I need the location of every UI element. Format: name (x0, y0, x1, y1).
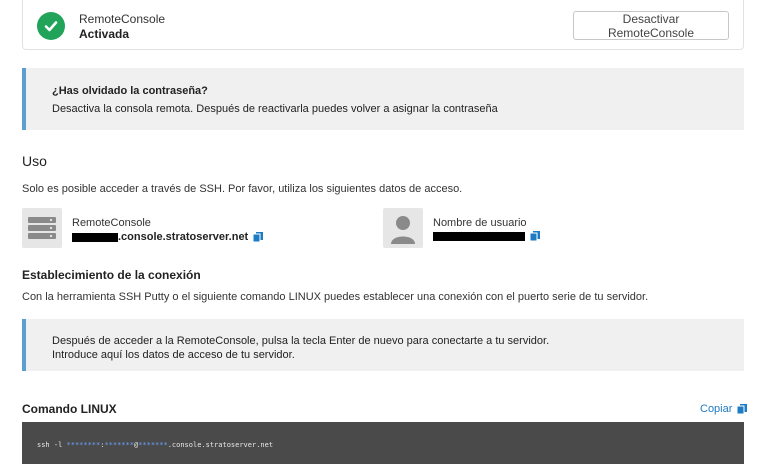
deactivate-button[interactable]: Desactivar RemoteConsole (573, 11, 729, 40)
command-box[interactable]: ssh -l ********:*******@*******.console.… (22, 422, 744, 464)
forgot-password-title: ¿Has olvidado la contraseña? (52, 85, 208, 97)
user-label: Nombre de usuario (433, 217, 527, 229)
host-redaction (72, 232, 118, 242)
usage-intro: Solo es posible acceder a través de SSH.… (22, 183, 463, 195)
host-value: .console.stratoserver.net (72, 231, 264, 243)
command-suffix: .console.stratoserver.net (167, 441, 274, 449)
forgot-password-text: Desactiva la consola remota. Después de … (52, 103, 498, 115)
usage-heading: Uso (22, 153, 47, 169)
status-state: Activada (79, 27, 130, 41)
user-redaction (433, 231, 525, 241)
command-prefix: ssh -l (37, 441, 67, 449)
user-icon (391, 216, 415, 244)
status-card: RemoteConsole Activada Desactivar Remote… (22, 0, 744, 50)
hint-box: Después de acceder a la RemoteConsole, p… (22, 319, 744, 371)
server-icon (28, 217, 56, 239)
forgot-password-box: ¿Has olvidado la contraseña? Desactiva l… (22, 68, 744, 130)
command-mask-2: ******* (104, 441, 134, 449)
user-value (433, 231, 540, 241)
user-tile (383, 208, 423, 248)
copy-command-button[interactable]: Copiar (700, 403, 748, 415)
host-label: RemoteConsole (72, 217, 151, 229)
host-domain: .console.stratoserver.net (118, 231, 249, 243)
copy-label: Copiar (700, 403, 733, 415)
check-circle-icon (37, 12, 65, 40)
copy-icon (737, 404, 748, 414)
copy-icon[interactable] (253, 232, 264, 242)
connection-text: Con la herramienta SSH Putty o el siguie… (22, 291, 649, 303)
hint-line-2: Introduce aquí los datos de acceso de tu… (52, 349, 295, 361)
status-title: RemoteConsole (79, 12, 166, 26)
hint-line-1: Después de acceder a la RemoteConsole, p… (52, 335, 550, 347)
server-tile (22, 208, 62, 248)
command-mask-3: ******* (138, 441, 168, 449)
command-heading: Comando LINUX (22, 402, 117, 416)
command-mask-1: ******** (66, 441, 101, 449)
connection-heading: Establecimiento de la conexión (22, 268, 201, 282)
copy-icon[interactable] (530, 231, 540, 241)
